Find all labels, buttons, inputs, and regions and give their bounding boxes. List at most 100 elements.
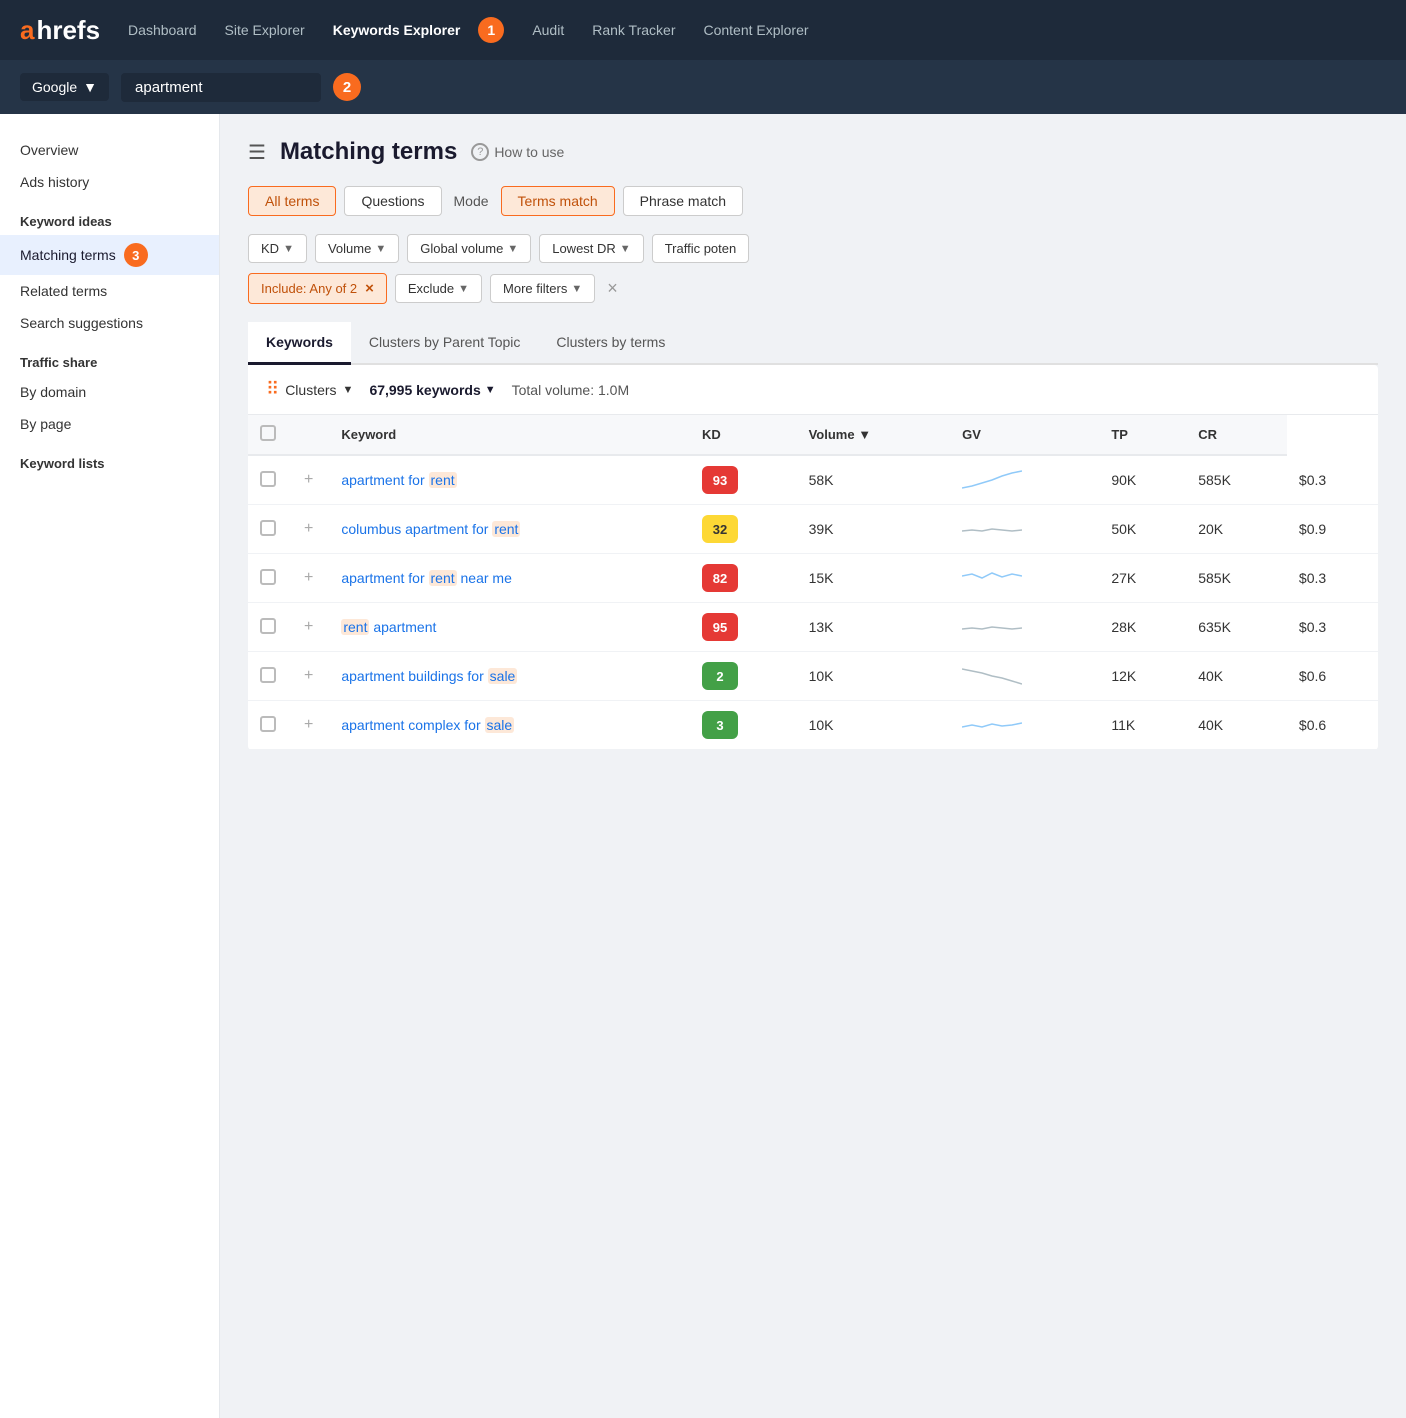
th-keyword: Keyword [329, 415, 690, 455]
tab-all-terms[interactable]: All terms [248, 186, 336, 216]
sparkline-cell [950, 455, 1099, 505]
chevron-down-icon: ▼ [375, 243, 386, 255]
nav-audit[interactable]: Audit [532, 22, 564, 38]
sidebar-item-overview[interactable]: Overview [0, 134, 219, 166]
row-checkbox[interactable] [260, 569, 276, 585]
nav-dashboard[interactable]: Dashboard [128, 22, 197, 38]
sidebar-label-search-suggestions: Search suggestions [20, 315, 143, 331]
row-checkbox-cell [248, 603, 288, 652]
sidebar-item-by-domain[interactable]: By domain [0, 376, 219, 408]
th-volume[interactable]: Volume ▼ [797, 415, 951, 455]
tab-phrase-match[interactable]: Phrase match [623, 186, 743, 216]
keyword-link[interactable]: apartment buildings for sale [341, 668, 517, 684]
menu-icon[interactable]: ☰ [248, 140, 266, 165]
gv-cell: 27K [1099, 554, 1186, 603]
row-checkbox-cell [248, 701, 288, 750]
row-checkbox-cell [248, 652, 288, 701]
clear-all-filters[interactable]: × [607, 278, 618, 299]
tp-value: 585K [1198, 472, 1231, 488]
filter-lowest-dr[interactable]: Lowest DR ▼ [539, 234, 643, 263]
filter-global-volume[interactable]: Global volume ▼ [407, 234, 531, 263]
result-tab-clusters-parent[interactable]: Clusters by Parent Topic [351, 322, 538, 365]
tp-cell: 40K [1186, 652, 1287, 701]
tp-cell: 585K [1186, 554, 1287, 603]
sidebar-item-matching-terms[interactable]: Matching terms 3 [0, 235, 219, 275]
filter-row-1: KD ▼ Volume ▼ Global volume ▼ Lowest DR … [248, 234, 1378, 263]
row-add-cell: + [288, 652, 329, 701]
more-filters-button[interactable]: More filters ▼ [490, 274, 595, 303]
nav-badge-1: 1 [478, 17, 504, 43]
chevron-down-icon: ▼ [83, 79, 97, 95]
main-content: ☰ Matching terms ? How to use All terms … [220, 114, 1406, 1418]
volume-value: 10K [809, 668, 834, 684]
row-checkbox[interactable] [260, 618, 276, 634]
tp-cell: 20K [1186, 505, 1287, 554]
result-tab-clusters-terms[interactable]: Clusters by terms [538, 322, 683, 365]
tab-terms-match[interactable]: Terms match [501, 186, 615, 216]
tp-cell: 585K [1186, 455, 1287, 505]
keyword-link[interactable]: apartment for rent [341, 472, 456, 488]
filter-global-volume-label: Global volume [420, 241, 503, 256]
volume-value: 10K [809, 717, 834, 733]
add-keyword-button[interactable]: + [300, 618, 317, 635]
row-checkbox[interactable] [260, 667, 276, 683]
kd-cell: 3 [690, 701, 797, 750]
filter-traffic-potential[interactable]: Traffic poten [652, 234, 750, 263]
search-bar: Google ▼ 2 [0, 60, 1406, 114]
kd-badge: 32 [702, 515, 738, 543]
exclude-label: Exclude [408, 281, 454, 296]
row-checkbox[interactable] [260, 520, 276, 536]
row-checkbox[interactable] [260, 471, 276, 487]
keywords-count[interactable]: 67,995 keywords ▼ [369, 382, 495, 398]
sidebar: Overview Ads history Keyword ideas Match… [0, 114, 220, 1418]
sidebar-item-ads-history[interactable]: Ads history [0, 166, 219, 198]
add-keyword-button[interactable]: + [300, 569, 317, 586]
cr-cell: $0.6 [1287, 652, 1378, 701]
help-button[interactable]: ? How to use [471, 143, 564, 161]
filter-kd[interactable]: KD ▼ [248, 234, 307, 263]
table-row: + apartment buildings for sale 2 10K 12K… [248, 652, 1378, 701]
volume-cell: 13K [797, 603, 951, 652]
nav-keywords-explorer[interactable]: Keywords Explorer [333, 22, 461, 38]
clusters-button[interactable]: ⠿ Clusters ▼ [266, 379, 353, 400]
sidebar-item-search-suggestions[interactable]: Search suggestions [0, 307, 219, 339]
keyword-link[interactable]: columbus apartment for rent [341, 521, 520, 537]
logo[interactable]: a hrefs [20, 15, 100, 46]
chevron-down-icon: ▼ [458, 283, 469, 295]
nav-content-explorer[interactable]: Content Explorer [703, 22, 808, 38]
row-add-cell: + [288, 505, 329, 554]
include-filter-clear[interactable]: × [365, 280, 374, 297]
filter-volume[interactable]: Volume ▼ [315, 234, 399, 263]
add-keyword-button[interactable]: + [300, 716, 317, 733]
sparkline-cell [950, 505, 1099, 554]
page-title: Matching terms [280, 138, 457, 166]
search-engine-button[interactable]: Google ▼ [20, 73, 109, 101]
select-all-checkbox[interactable] [260, 425, 276, 441]
sidebar-label-matching-terms: Matching terms [20, 247, 116, 263]
nav-rank-tracker[interactable]: Rank Tracker [592, 22, 675, 38]
volume-value: 15K [809, 570, 834, 586]
keyword-link[interactable]: apartment complex for sale [341, 717, 514, 733]
th-select-all[interactable] [248, 415, 288, 455]
exclude-filter-button[interactable]: Exclude ▼ [395, 274, 482, 303]
kd-cell: 93 [690, 455, 797, 505]
result-tab-keywords[interactable]: Keywords [248, 322, 351, 365]
row-checkbox-cell [248, 455, 288, 505]
keyword-highlight: rent [429, 472, 457, 488]
more-filters-label: More filters [503, 281, 567, 296]
gv-value: 12K [1111, 668, 1136, 684]
tab-questions[interactable]: Questions [344, 186, 441, 216]
nav-site-explorer[interactable]: Site Explorer [225, 22, 305, 38]
keyword-link[interactable]: rent apartment [341, 619, 436, 635]
keyword-link[interactable]: apartment for rent near me [341, 570, 512, 586]
add-keyword-button[interactable]: + [300, 667, 317, 684]
row-checkbox[interactable] [260, 716, 276, 732]
table-row: + apartment complex for sale 3 10K 11K 4… [248, 701, 1378, 750]
th-gv: GV [950, 415, 1099, 455]
sidebar-item-by-page[interactable]: By page [0, 408, 219, 440]
add-keyword-button[interactable]: + [300, 471, 317, 488]
search-input[interactable] [121, 73, 321, 102]
tp-value: 635K [1198, 619, 1231, 635]
add-keyword-button[interactable]: + [300, 520, 317, 537]
sidebar-item-related-terms[interactable]: Related terms [0, 275, 219, 307]
